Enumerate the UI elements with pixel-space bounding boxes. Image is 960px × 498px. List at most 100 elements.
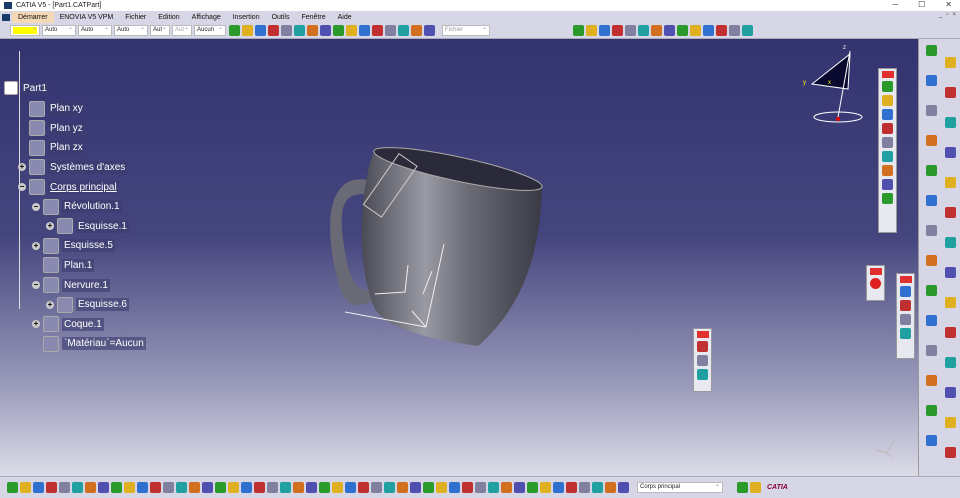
menu-outils[interactable]: Outils [266,12,296,23]
multi-view-icon[interactable] [664,25,675,36]
fly-tool-icon[interactable] [926,105,937,116]
tools-icon[interactable] [384,482,395,493]
toolbar-close-icon[interactable] [870,268,882,275]
menu-démarrer[interactable]: Démarrer [12,11,54,23]
law-icon[interactable] [385,25,396,36]
analysis-feature-icon[interactable] [697,341,708,352]
surface-icon[interactable] [612,25,623,36]
paint-brush-icon[interactable] [397,482,408,493]
tree-node[interactable]: − Révolution.1 [32,198,122,215]
formula-icon[interactable] [372,25,383,36]
shading2-icon[interactable] [716,25,727,36]
shading-tool-icon[interactable] [926,435,937,446]
sketch-icon[interactable] [586,25,597,36]
constraint-icon[interactable] [501,482,512,493]
current-body-select[interactable]: Corps principal [637,481,723,493]
compass-tool-icon[interactable] [945,417,956,428]
toolbar-close-icon[interactable] [697,331,709,338]
fly-icon[interactable] [281,25,292,36]
material-icon[interactable] [242,25,253,36]
catalog-icon[interactable] [573,25,584,36]
measure-feature-icon[interactable] [882,151,893,162]
rotate-icon[interactable] [46,482,57,493]
table-tool-icon[interactable] [945,237,956,248]
constraint-feature-icon[interactable] [882,193,893,204]
menu-affichage[interactable]: Affichage [186,12,227,23]
zoom-out-icon[interactable] [293,482,304,493]
delete-icon[interactable] [870,278,881,289]
formula-icon[interactable] [540,482,551,493]
snap-icon[interactable] [475,482,486,493]
paint-brush-icon[interactable] [7,482,18,493]
render-icon[interactable] [625,25,636,36]
tree-node[interactable]: + Coque.1 [32,316,104,333]
shading-icon[interactable] [703,25,714,36]
analysis-icon[interactable] [346,25,357,36]
file-select[interactable]: Fichier [442,24,490,36]
fly-icon[interactable] [449,482,460,493]
tree-node[interactable]: − Corps principal [18,179,119,195]
menu-insertion[interactable]: Insertion [227,12,266,23]
pan-feature-icon[interactable] [882,109,893,120]
knowledge-icon[interactable] [359,25,370,36]
table-icon[interactable] [566,482,577,493]
fly-icon[interactable] [59,482,70,493]
tree-node[interactable]: Plan.1 [32,257,95,274]
rotate-icon[interactable] [436,482,447,493]
snap-icon[interactable] [85,482,96,493]
axis-feature-icon[interactable] [882,179,893,190]
analysis-tool-icon[interactable] [945,177,956,188]
fly-feature-icon[interactable] [882,137,893,148]
shading2-tool-icon[interactable] [945,447,956,458]
doc-minimize-button[interactable]: _ [939,12,942,18]
tree-root[interactable]: Part1 [4,81,49,95]
maximize-button[interactable]: ☐ [918,0,925,9]
menu-fentre[interactable]: Fenêtre [296,12,332,23]
table-icon[interactable] [398,25,409,36]
knowledge-feature-icon[interactable] [697,355,708,366]
collapse-icon[interactable]: − [32,202,40,211]
formula-tool-icon[interactable] [945,207,956,218]
shading-icon[interactable] [345,482,356,493]
macro-icon[interactable] [189,482,200,493]
rotate-feature-icon[interactable] [882,123,893,134]
tools-icon[interactable] [742,25,753,36]
compass-icon[interactable] [332,482,343,493]
snap-feature-icon[interactable] [900,286,911,297]
axis-icon[interactable] [98,482,109,493]
multi-view-icon[interactable] [306,482,317,493]
snap-tool-icon[interactable] [926,135,937,146]
tree-node[interactable]: Plan yz [18,120,85,137]
doc-restore-button[interactable]: ▫ [946,12,948,18]
knowledge-icon[interactable] [137,482,148,493]
help-icon[interactable] [592,482,603,493]
catalog-tool-icon[interactable] [926,285,937,296]
expand-icon[interactable]: + [32,241,40,250]
material-tool-icon[interactable] [945,57,956,68]
shading3-icon[interactable] [371,482,382,493]
help-tool-icon[interactable] [945,267,956,278]
view-tool-icon[interactable] [926,405,937,416]
spline-tool-icon[interactable] [926,315,937,326]
tree-node[interactable]: + Esquisse.1 [46,218,129,235]
zoom-out-tool-icon[interactable] [926,375,937,386]
pan-tool-icon[interactable] [926,75,937,86]
measure-icon[interactable] [72,482,83,493]
knowledge-icon[interactable] [527,482,538,493]
expand-icon[interactable]: + [18,163,26,172]
law-icon[interactable] [553,482,564,493]
expand-icon[interactable]: + [46,300,54,309]
sketch-icon[interactable] [618,482,629,493]
menu-edition[interactable]: Edition [152,12,185,23]
line-style-select[interactable]: Auto [114,24,148,36]
snap-icon[interactable] [307,25,318,36]
material-icon[interactable] [410,482,421,493]
close-button[interactable]: ✕ [945,0,952,9]
formula-feature-icon[interactable] [697,369,708,380]
tree-node[interactable]: Plan zx [18,139,85,156]
knowledge-tool-icon[interactable] [926,195,937,206]
pan-icon[interactable] [423,482,434,493]
render-icon[interactable] [267,482,278,493]
tree-node[interactable]: Plan xy [18,100,85,117]
paint-brush-feature-icon[interactable] [882,81,893,92]
